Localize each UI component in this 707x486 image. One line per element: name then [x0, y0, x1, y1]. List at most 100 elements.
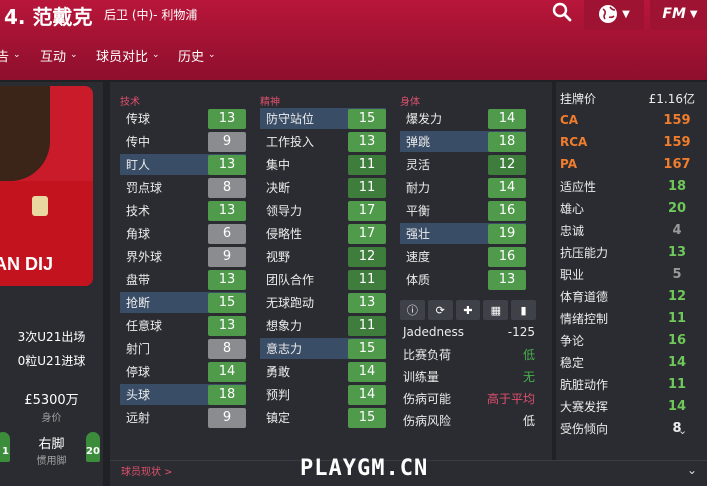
attribute-row-technical[interactable]: 远射 9 — [120, 407, 246, 428]
attribute-row-mental[interactable]: 团队合作 11 — [260, 269, 386, 290]
attribute-row-technical[interactable]: 传中 9 — [120, 131, 246, 152]
bar-chart-icon[interactable]: ▮ — [511, 300, 536, 320]
attribute-row-technical[interactable]: 界外球 9 — [120, 246, 246, 267]
chevron-down-icon[interactable]: ⌄ — [678, 424, 687, 437]
watermark: PLAYGM.CN — [300, 456, 429, 481]
attribute-row-mental[interactable]: 视野 12 — [260, 246, 386, 267]
personality-value: 167 — [663, 156, 691, 172]
add-icon[interactable]: ✚ — [455, 300, 481, 320]
player-status-link[interactable]: 球员现状 > — [121, 463, 173, 478]
player-position-club: 后卫 (中)- 利物浦 — [104, 8, 198, 22]
attribute-row-technical[interactable]: 盯人 13 — [120, 154, 246, 175]
attribute-row-mental[interactable]: 无球跑动 13 — [260, 292, 386, 313]
attribute-row-mental[interactable]: 意志力 15 — [260, 338, 386, 359]
physical-header: 身体 — [400, 97, 420, 108]
personality-row: PA 167 — [560, 153, 695, 175]
attribute-value: 9 — [208, 407, 246, 428]
refresh-icon[interactable]: ⟳ — [427, 300, 453, 320]
attribute-name: 强壮 — [406, 227, 431, 241]
attribute-name: 传中 — [126, 135, 151, 149]
attribute-row-mental[interactable]: 领导力 17 — [260, 200, 386, 221]
attribute-value: 13 — [348, 131, 386, 152]
attribute-row-physical[interactable]: 速度 16 — [400, 246, 526, 267]
attribute-value: 14 — [348, 361, 386, 382]
condition-value: -125 — [507, 325, 535, 339]
attribute-value: 8 — [208, 177, 246, 198]
attribute-name: 盘带 — [126, 273, 151, 287]
menu-item-0[interactable]: 告 ⌄ — [0, 44, 21, 66]
personality-label: 挂牌价 — [560, 91, 597, 106]
personality-value: 12 — [667, 288, 687, 304]
attribute-name: 预判 — [266, 388, 291, 402]
attribute-row-mental[interactable]: 侵略性 17 — [260, 223, 386, 244]
attribute-name: 领导力 — [266, 204, 303, 218]
attribute-row-mental[interactable]: 集中 11 — [260, 154, 386, 175]
chevron-down-icon: ⌄ — [70, 50, 78, 60]
attribute-value: 11 — [348, 177, 386, 198]
attribute-row-technical[interactable]: 盘带 13 — [120, 269, 246, 290]
personality-value: 14 — [667, 398, 687, 414]
attribute-name: 罚点球 — [126, 181, 163, 195]
attribute-value: 13 — [208, 269, 246, 290]
personality-label: 稳定 — [560, 355, 585, 370]
personality-row: 忠诚 4 — [560, 219, 695, 241]
attribute-row-mental[interactable]: 工作投入 13 — [260, 131, 386, 152]
globe-menu-button[interactable]: ▼ — [584, 0, 644, 30]
attribute-row-mental[interactable]: 镇定 15 — [260, 407, 386, 428]
attribute-name: 任意球 — [126, 319, 163, 333]
info-icon[interactable]: ⓘ — [400, 300, 425, 320]
personality-row: 抗压能力 13 — [560, 241, 695, 263]
search-icon[interactable] — [552, 2, 572, 22]
bandage-icon[interactable]: ▦ — [483, 300, 509, 320]
attribute-row-physical[interactable]: 体质 13 — [400, 269, 526, 290]
attribute-value: 9 — [208, 246, 246, 267]
attribute-value: 18 — [208, 384, 246, 405]
attribute-row-technical[interactable]: 罚点球 8 — [120, 177, 246, 198]
attribute-row-technical[interactable]: 技术 13 — [120, 200, 246, 221]
attribute-row-technical[interactable]: 任意球 13 — [120, 315, 246, 336]
attribute-name: 盯人 — [126, 158, 151, 172]
condition-label: 伤病风险 — [403, 413, 452, 428]
attribute-row-mental[interactable]: 决断 11 — [260, 177, 386, 198]
menu-item-2[interactable]: 球员对比 ⌄ — [96, 44, 160, 66]
attribute-row-mental[interactable]: 防守站位 15 — [260, 108, 386, 129]
attribute-row-technical[interactable]: 传球 13 — [120, 108, 246, 129]
condition-label: 比赛负荷 — [403, 347, 452, 362]
attribute-value: 13 — [488, 269, 526, 290]
attribute-value: 15 — [348, 108, 386, 129]
attribute-name: 集中 — [266, 158, 291, 172]
club-crest-icon — [32, 196, 48, 216]
attribute-row-technical[interactable]: 抢断 15 — [120, 292, 246, 313]
personality-row: 职业 5 — [560, 263, 695, 285]
menu-item-label: 球员对比 — [96, 49, 149, 65]
attribute-row-physical[interactable]: 平衡 16 — [400, 200, 526, 221]
attribute-name: 远射 — [126, 411, 151, 425]
attribute-row-technical[interactable]: 停球 14 — [120, 361, 246, 382]
personality-label: 争论 — [560, 333, 585, 348]
attribute-row-technical[interactable]: 头球 18 — [120, 384, 246, 405]
attribute-name: 抢断 — [126, 296, 151, 310]
attribute-name: 技术 — [126, 204, 151, 218]
attribute-row-mental[interactable]: 勇敢 14 — [260, 361, 386, 382]
attribute-row-technical[interactable]: 角球 6 — [120, 223, 246, 244]
chevron-down-icon[interactable]: ⌄ — [687, 463, 697, 477]
attribute-value: 12 — [348, 246, 386, 267]
fm-menu-button[interactable]: FM ▼ — [650, 0, 707, 30]
personality-row: 雄心 20 — [560, 197, 695, 219]
attribute-row-physical[interactable]: 弹跳 18 — [400, 131, 526, 152]
attribute-row-technical[interactable]: 射门 8 — [120, 338, 246, 359]
attribute-name: 停球 — [126, 365, 151, 379]
menu-item-label: 互动 — [40, 49, 67, 65]
personality-value: £1.16亿 — [648, 91, 695, 106]
menu-item-1[interactable]: 互动 ⌄ — [40, 44, 78, 66]
attribute-row-physical[interactable]: 爆发力 14 — [400, 108, 526, 129]
menu-item-3[interactable]: 历史 ⌄ — [178, 44, 216, 66]
attribute-row-mental[interactable]: 想象力 11 — [260, 315, 386, 336]
attribute-row-mental[interactable]: 预判 14 — [260, 384, 386, 405]
personality-value: 8 — [672, 420, 682, 436]
attribute-value: 17 — [348, 223, 386, 244]
personality-row: 稳定 14 — [560, 351, 695, 373]
attribute-row-physical[interactable]: 耐力 14 — [400, 177, 526, 198]
attribute-row-physical[interactable]: 灵活 12 — [400, 154, 526, 175]
attribute-row-physical[interactable]: 强壮 19 — [400, 223, 526, 244]
